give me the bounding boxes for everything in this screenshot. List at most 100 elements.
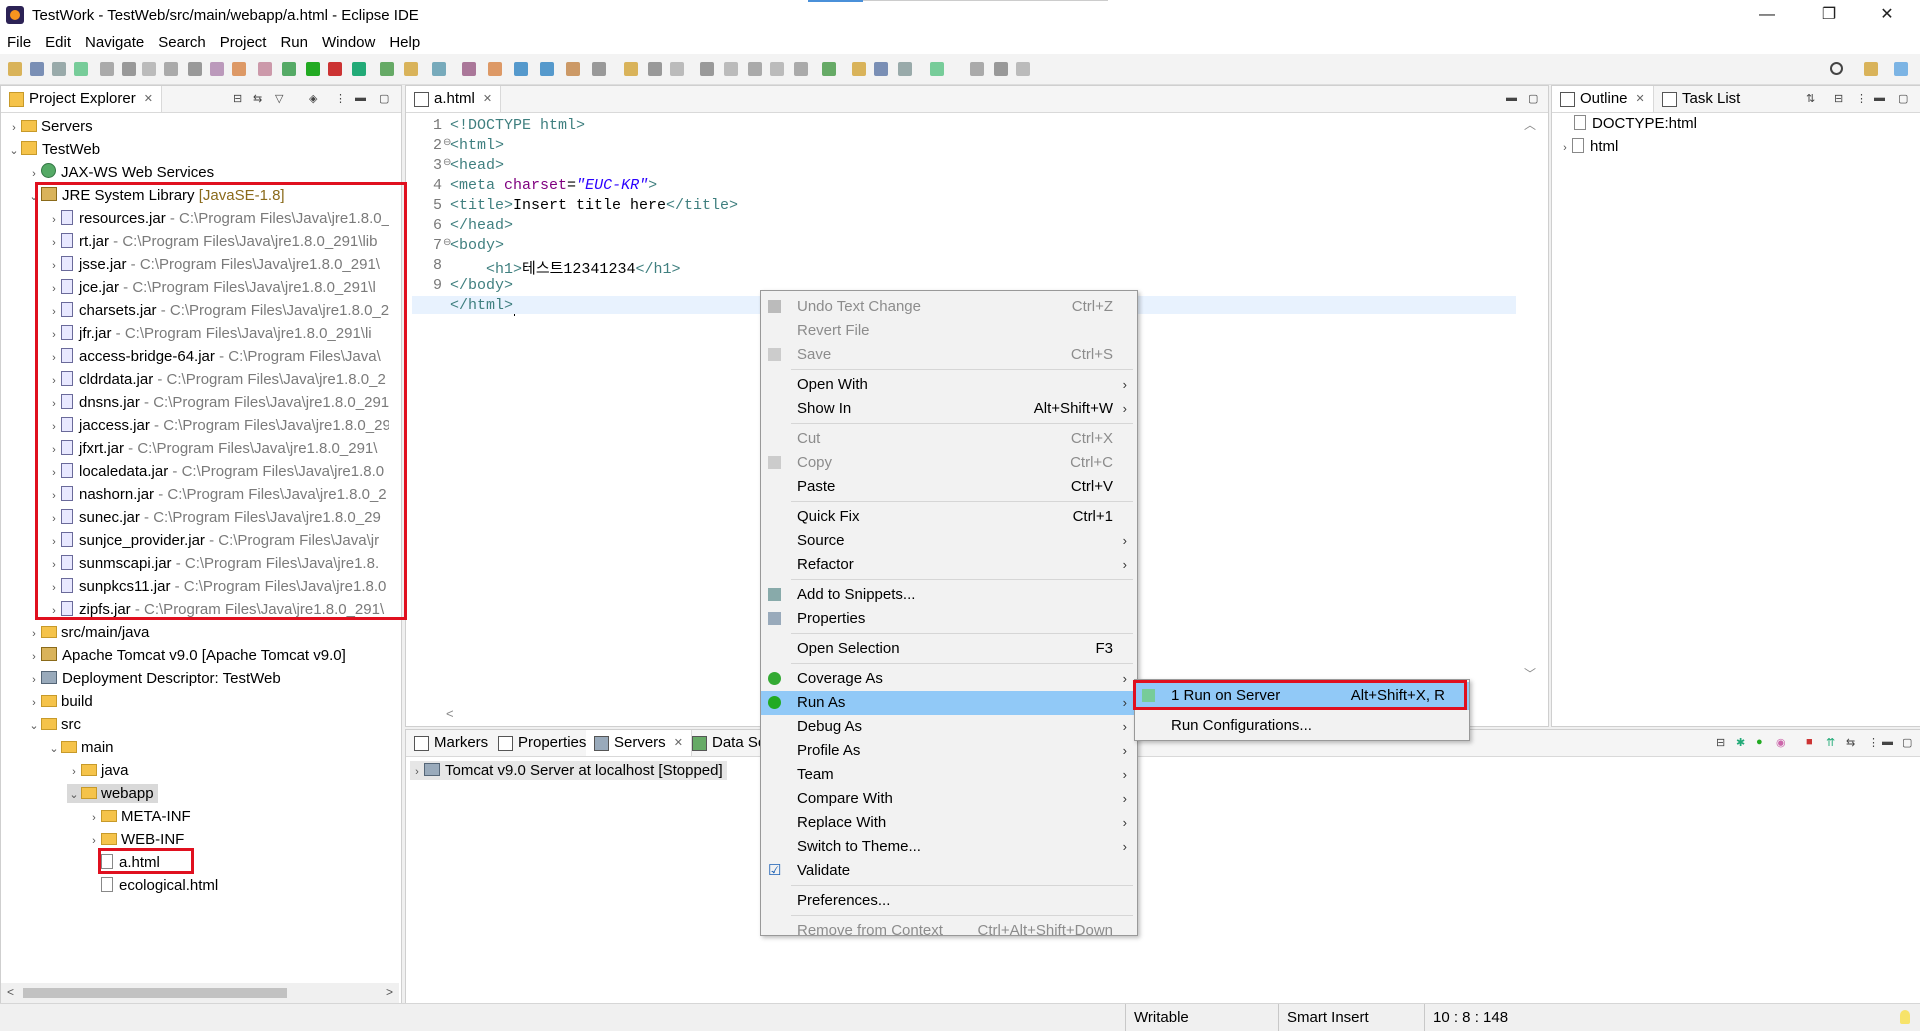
toolbar-button-icon[interactable]	[52, 62, 66, 76]
menu-item-validate[interactable]: ☑ Validate	[761, 859, 1137, 883]
java-ee-perspective-icon[interactable]	[1894, 62, 1908, 76]
tree-item[interactable]: › build	[27, 692, 93, 711]
menu-item-compare-with[interactable]: Compare With ›	[761, 787, 1137, 811]
menu-file[interactable]: File	[0, 34, 38, 51]
toolbar-button-icon[interactable]	[648, 62, 662, 76]
minimize-view-icon[interactable]: ▬	[355, 92, 366, 104]
tree-item[interactable]: › META-INF	[87, 807, 191, 826]
toolbar-button-icon[interactable]	[822, 62, 836, 76]
chevron-down-icon[interactable]: ⌄	[67, 786, 81, 805]
menu-item-open-with[interactable]: Open With ›	[761, 373, 1137, 397]
toolbar-button-icon[interactable]	[122, 62, 136, 76]
tab-task-list[interactable]: Task List	[1654, 86, 1748, 112]
tree-item[interactable]: ⌄ main	[47, 738, 113, 757]
code-line[interactable]: </head>	[450, 217, 513, 234]
toolbar-button-icon[interactable]	[258, 62, 272, 76]
publish-icon[interactable]: ⇈	[1826, 736, 1835, 749]
start-server-icon[interactable]: ●	[1756, 736, 1763, 748]
tree-item[interactable]: ⌄ TestWeb	[7, 140, 100, 159]
open-perspective-icon[interactable]	[1864, 62, 1878, 76]
code-line[interactable]: <html>	[450, 137, 504, 154]
toolbar-button-icon[interactable]	[380, 62, 394, 76]
toolbar-button-icon[interactable]	[462, 62, 476, 76]
minimize-view-icon[interactable]: ▬	[1874, 92, 1885, 104]
focus-icon[interactable]: ◈	[309, 92, 317, 105]
stop-server-icon[interactable]: ■	[1806, 736, 1813, 748]
menu-item-source[interactable]: Source ›	[761, 529, 1137, 553]
toolbar-button-icon[interactable]	[404, 62, 418, 76]
maximize-view-icon[interactable]: ▢	[1898, 92, 1908, 105]
vertical-scrollbar[interactable]: ︿ ﹀	[1520, 114, 1538, 684]
toolbar-button-icon[interactable]	[970, 62, 984, 76]
toolbar-button-icon[interactable]	[898, 62, 912, 76]
code-line[interactable]: <meta charset="EUC-KR">	[450, 177, 657, 194]
menu-item-profile-as[interactable]: Profile As ›	[761, 739, 1137, 763]
search-icon[interactable]	[1830, 62, 1843, 75]
menu-item-show-in[interactable]: Show In Alt+Shift+W ›	[761, 397, 1137, 421]
toolbar-button-icon[interactable]	[514, 62, 528, 76]
toolbar-button-icon[interactable]	[748, 62, 762, 76]
toolbar-button-icon[interactable]	[232, 62, 246, 76]
close-icon[interactable]: ✕	[1636, 86, 1645, 112]
menu-item-team[interactable]: Team ›	[761, 763, 1137, 787]
menu-window[interactable]: Window	[315, 34, 382, 51]
toolbar-button-icon[interactable]	[1016, 62, 1030, 76]
code-line[interactable]: <!DOCTYPE html>	[450, 117, 585, 134]
chevron-right-icon[interactable]: ›	[27, 694, 41, 713]
toolbar-button-icon[interactable]	[164, 62, 178, 76]
minimize-view-icon[interactable]: ▬	[1882, 736, 1893, 748]
tree-item[interactable]: ecological.html	[87, 876, 218, 895]
code-line[interactable]: </body>	[450, 277, 513, 294]
menu-help[interactable]: Help	[382, 34, 427, 51]
chevron-down-icon[interactable]: ⌄	[7, 142, 21, 161]
menu-item-coverage-as[interactable]: Coverage As ›	[761, 667, 1137, 691]
chevron-right-icon[interactable]: ›	[87, 809, 101, 828]
collapse-all-icon[interactable]: ⊟	[1716, 736, 1725, 749]
toolbar-button-icon[interactable]	[142, 62, 156, 76]
profile-server-icon[interactable]: ◉	[1776, 736, 1786, 749]
toolbar-button-icon[interactable]	[188, 62, 202, 76]
toolbar-button-icon[interactable]	[540, 62, 554, 76]
chevron-right-icon[interactable]: ›	[27, 671, 41, 690]
menu-navigate[interactable]: Navigate	[78, 34, 151, 51]
scroll-left-icon[interactable]: <	[446, 706, 454, 721]
chevron-right-icon[interactable]: ›	[7, 119, 21, 138]
outline-item-html[interactable]: › html	[1558, 137, 1618, 156]
lightbulb-icon[interactable]	[1900, 1010, 1910, 1024]
toolbar-button-icon[interactable]	[282, 62, 296, 76]
tree-item[interactable]: › Apache Tomcat v9.0 [Apache Tomcat v9.0]	[27, 646, 346, 665]
maximize-view-icon[interactable]: ▢	[379, 92, 389, 105]
tab-markers[interactable]: Markers	[406, 730, 496, 756]
tree-item[interactable]: ⌄ src	[27, 715, 81, 734]
maximize-view-icon[interactable]: ▢	[1902, 736, 1912, 749]
tree-item[interactable]: › Servers	[7, 117, 93, 136]
toolbar-button-icon[interactable]	[488, 62, 502, 76]
code-line[interactable]: <body>	[450, 237, 504, 254]
tab-a-html[interactable]: a.html ✕	[406, 86, 502, 112]
tree-item[interactable]: › Deployment Descriptor: TestWeb	[27, 669, 281, 688]
tree-item[interactable]: › WEB-INF	[87, 830, 184, 849]
menu-project[interactable]: Project	[213, 34, 274, 51]
toolbar-button-icon[interactable]	[352, 62, 366, 76]
toolbar-button-icon[interactable]	[306, 62, 320, 76]
menu-item-debug-as[interactable]: Debug As ›	[761, 715, 1137, 739]
menu-item-properties[interactable]: Properties	[761, 607, 1137, 631]
code-line[interactable]: </html>	[450, 297, 513, 314]
chevron-right-icon[interactable]: ›	[27, 625, 41, 644]
toolbar-button-icon[interactable]	[852, 62, 866, 76]
horizontal-scrollbar[interactable]: < >	[1, 983, 399, 1003]
toolbar-button-icon[interactable]	[874, 62, 888, 76]
menu-item-switch-to-theme[interactable]: Switch to Theme... ›	[761, 835, 1137, 859]
minimize-view-icon[interactable]: ▬	[1506, 92, 1517, 104]
tab-servers[interactable]: Servers ✕	[586, 730, 692, 756]
close-icon[interactable]: ✕	[1864, 0, 1910, 30]
toolbar-button-icon[interactable]	[592, 62, 606, 76]
menu-edit[interactable]: Edit	[38, 34, 78, 51]
view-menu-icon[interactable]: ⋮	[335, 92, 346, 105]
toolbar-button-icon[interactable]	[670, 62, 684, 76]
toolbar-button-icon[interactable]	[74, 62, 88, 76]
menu-search[interactable]: Search	[151, 34, 213, 51]
menu-item-run-as[interactable]: Run As ›	[761, 691, 1137, 715]
scrollbar-thumb[interactable]	[23, 988, 287, 998]
toolbar-button-icon[interactable]	[700, 62, 714, 76]
